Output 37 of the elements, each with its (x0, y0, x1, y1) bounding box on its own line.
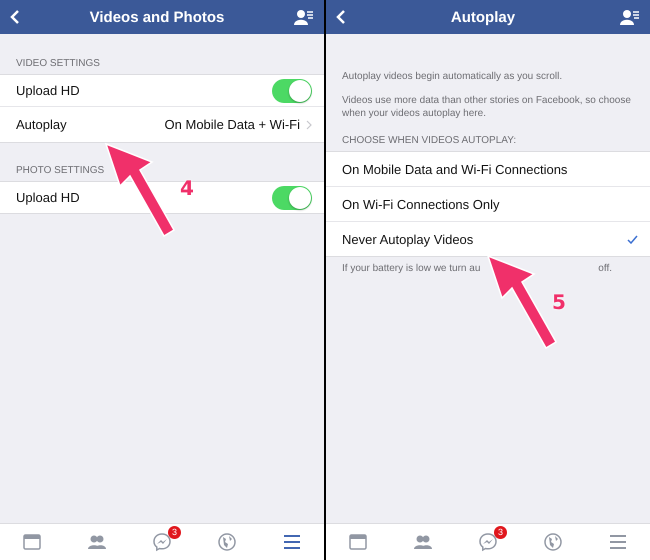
menu-icon[interactable] (608, 534, 627, 550)
screen-title: Videos and Photos (90, 8, 224, 26)
section-header: CHOOSE WHEN VIDEOS AUTOPLAY: (341, 135, 518, 148)
step-number: 5 (552, 290, 566, 314)
people-icon[interactable] (87, 534, 108, 550)
screen-title: Autoplay (450, 8, 516, 26)
globe-icon[interactable] (544, 533, 562, 551)
person-list-icon[interactable] (294, 9, 314, 25)
notification-badge: 3 (494, 526, 507, 539)
option-label[interactable]: On Wi-Fi Connections Only (342, 196, 500, 212)
person-list-icon[interactable] (620, 9, 640, 25)
setting-label: Autoplay (16, 117, 67, 132)
news-feed-icon[interactable] (349, 534, 368, 550)
menu-icon[interactable] (282, 534, 301, 550)
toggle-switch[interactable] (272, 78, 312, 102)
toggle-switch[interactable] (272, 186, 312, 210)
chevron-icon (306, 120, 312, 130)
section-header: PHOTO SETTINGS (15, 165, 106, 178)
setting-label: Upload HD (16, 83, 80, 98)
chat-bubble-icon[interactable] (478, 532, 498, 552)
description-text: Autoplay videos begin automatically as you scroll. (341, 70, 564, 83)
section-header: VIDEO SETTINGS (15, 58, 101, 71)
setting-label: Upload HD (16, 190, 80, 205)
notification-badge: 3 (168, 526, 181, 539)
back-icon[interactable] (10, 9, 20, 25)
globe-icon[interactable] (218, 533, 236, 551)
back-icon[interactable] (336, 9, 346, 25)
step-number: 4 (180, 176, 194, 200)
option-label[interactable]: On Mobile Data and Wi-Fi Connections (342, 162, 568, 176)
setting-value[interactable]: On Mobile Data + Wi-Fi (164, 117, 300, 132)
footnote-text: off. (598, 262, 612, 275)
description-text: Videos use more data than other stories on Facebook, so choose when your videos autoplay here. (341, 94, 632, 120)
chat-bubble-icon[interactable] (152, 532, 172, 552)
option-label[interactable]: Never Autoplay Videos (342, 232, 474, 246)
news-feed-icon[interactable] (23, 534, 42, 550)
footnote-text: If your battery is low we turn au (342, 262, 480, 275)
people-icon[interactable] (413, 534, 434, 550)
